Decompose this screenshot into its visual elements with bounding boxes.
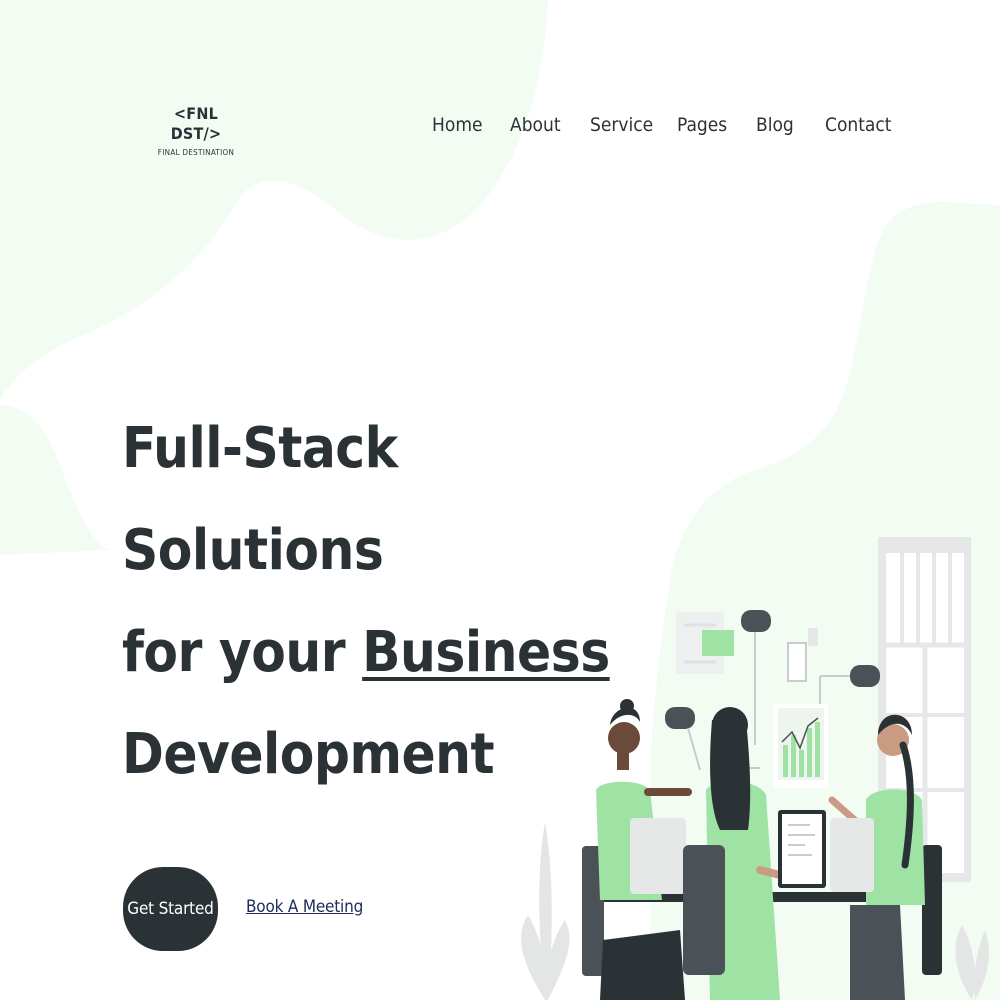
nav-link-pages[interactable]: Pages xyxy=(677,112,727,138)
plant-left-illustration xyxy=(521,822,570,1000)
nav-link-home[interactable]: Home xyxy=(432,112,483,138)
nav-link-service[interactable]: Service xyxy=(590,112,653,138)
get-started-button[interactable]: Get Started xyxy=(123,867,218,951)
nav-link-about[interactable]: About xyxy=(510,112,561,138)
book-meeting-link[interactable]: Book A Meeting xyxy=(246,897,363,917)
wall-diagram xyxy=(665,610,880,788)
hero-line-1: Full-Stack xyxy=(122,416,398,481)
brand-logo[interactable]: <FNL DST/> FINAL DESTINATION xyxy=(156,104,236,158)
plant-right-illustration xyxy=(955,925,989,1000)
team-meeting-illustration xyxy=(521,537,989,1000)
logo-tagline: FINAL DESTINATION xyxy=(157,148,235,157)
nav-link-contact[interactable]: Contact xyxy=(825,112,892,138)
logo-text: <FNL DST/> xyxy=(170,104,222,143)
person-left-illustration xyxy=(582,699,692,1000)
laptop-illustration xyxy=(778,810,826,888)
hero-line-3-prefix: for your xyxy=(122,620,363,685)
top-left-blob xyxy=(0,0,548,400)
left-edge-blob xyxy=(0,405,110,555)
nav-link-blog[interactable]: Blog xyxy=(756,112,794,138)
